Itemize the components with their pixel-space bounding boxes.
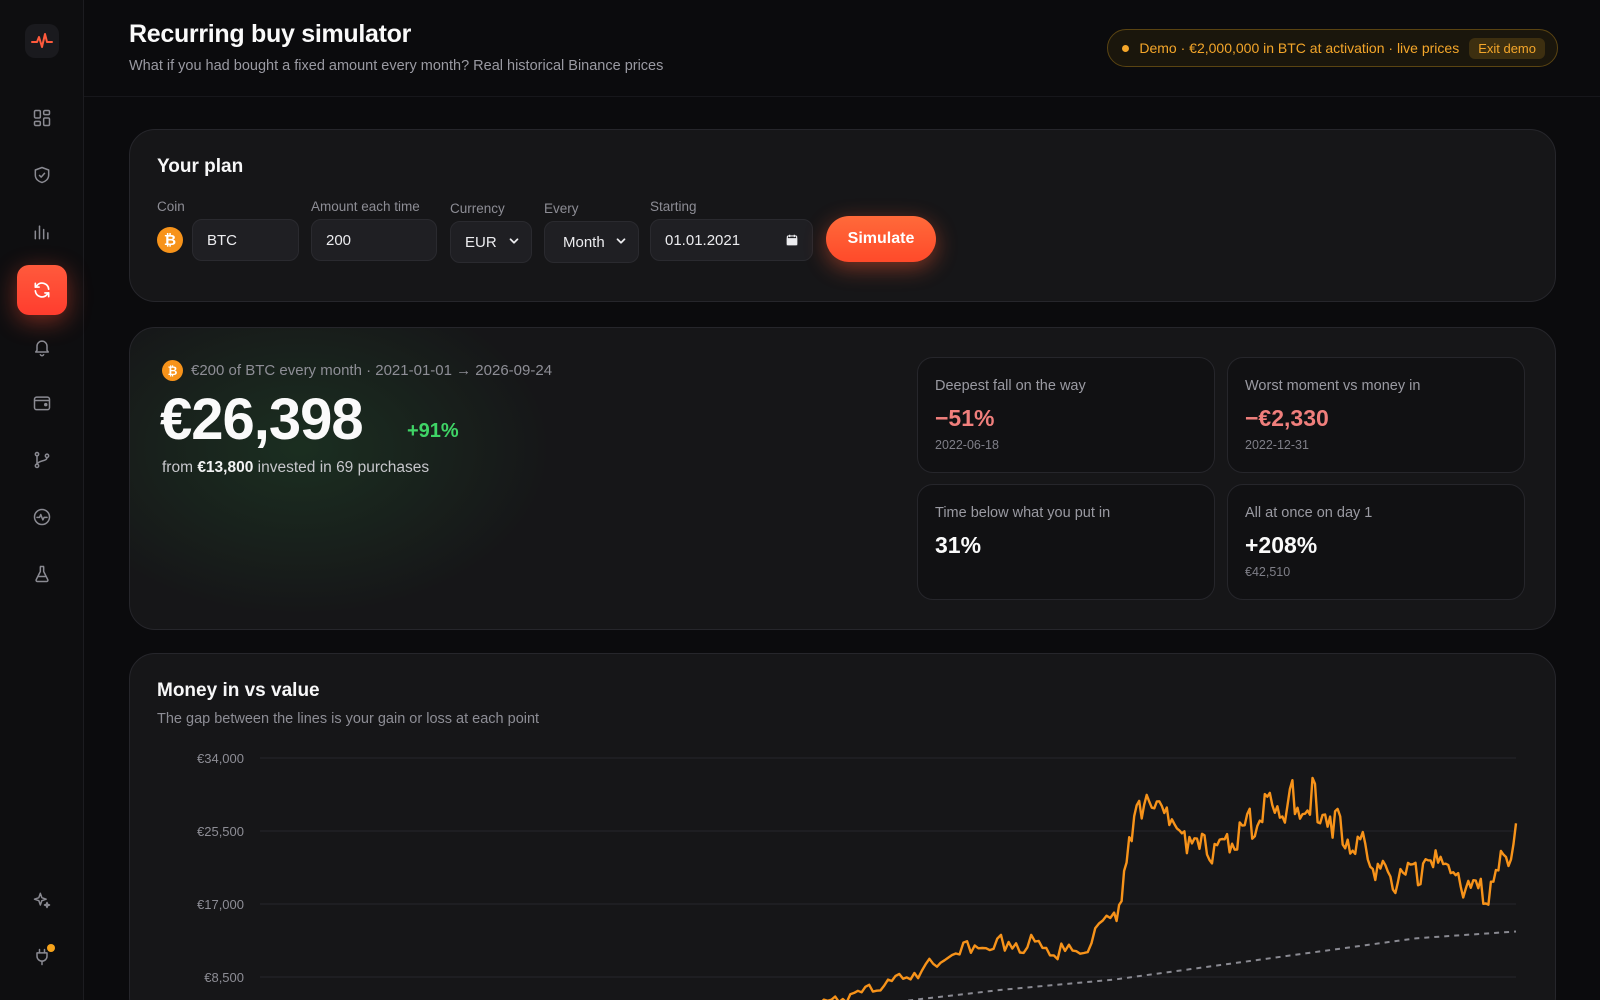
plan-summary-text: €200 of BTC every month · 2021-01-01 → 2… <box>191 362 553 379</box>
stat-label: Deepest fall on the way <box>935 378 1086 394</box>
every-label: Every <box>544 201 579 216</box>
sparkle-icon <box>33 892 51 909</box>
nav-alerts[interactable] <box>17 322 67 372</box>
invested-line <box>903 930 1517 1000</box>
bell-icon <box>35 340 49 357</box>
bitcoin-icon: ₿ <box>162 360 183 381</box>
stat-label: Worst moment vs money in <box>1245 378 1421 394</box>
flask-icon <box>35 565 49 583</box>
notification-dot <box>47 944 55 952</box>
every-value: Month <box>563 233 605 251</box>
amount-input[interactable]: 200 <box>311 219 437 261</box>
stat-value: −51% <box>935 405 995 431</box>
nav-strategies[interactable] <box>17 435 67 485</box>
value-line <box>821 776 1518 1000</box>
nav-wallet[interactable] <box>17 378 67 428</box>
page-header: Recurring buy simulator What if you had … <box>84 0 1600 97</box>
exit-demo-button[interactable]: Exit demo <box>1469 37 1545 59</box>
y-tick-label: €17,000 <box>197 897 244 912</box>
nav-lab[interactable] <box>17 549 67 599</box>
starting-label: Starting <box>650 199 697 214</box>
refresh-icon <box>34 282 50 298</box>
start-date-value: 01.01.2021 <box>665 231 741 249</box>
invested-suffix: invested in 69 purchases <box>257 459 430 476</box>
demo-banner: Demo · €2,000,000 in BTC at activation ·… <box>1107 29 1558 67</box>
nav-activity[interactable] <box>17 492 67 542</box>
simulate-button[interactable]: Simulate <box>826 216 936 262</box>
coin-input[interactable]: BTC <box>192 219 299 261</box>
y-tick-label: €34,000 <box>197 751 244 766</box>
y-tick-label: €25,500 <box>197 824 244 839</box>
pulse-icon <box>33 508 51 526</box>
dashboard-icon <box>33 109 51 127</box>
coin-label: Coin <box>157 199 185 214</box>
nav-analytics[interactable] <box>17 207 67 257</box>
stat-lump-sum: All at once on day 1 +208% €42,510 <box>1227 484 1525 600</box>
stat-value: 31% <box>935 532 982 558</box>
money-vs-value-chart: €34,000 €25,500 €17,000 €8,500 <box>197 751 1518 1000</box>
demo-status-dot <box>1122 44 1130 52</box>
stat-amount: €42,510 <box>1245 565 1291 579</box>
gain-percent: +91% <box>407 420 459 442</box>
portfolio-value: €26,398 <box>160 387 364 452</box>
stat-label: Time below what you put in <box>935 505 1111 521</box>
sidebar <box>0 0 84 1000</box>
chart-card: Money in vs value The gap between the li… <box>129 653 1556 1000</box>
currency-label: Currency <box>450 201 505 216</box>
result-card: ₿ €200 of BTC every month · 2021-01-01 →… <box>129 327 1556 630</box>
currency-value: EUR <box>465 233 497 251</box>
currency-select[interactable]: EUR <box>450 221 532 263</box>
stat-time-below: Time below what you put in 31% <box>917 484 1215 600</box>
nav-security[interactable] <box>17 150 67 200</box>
calendar-icon[interactable] <box>785 233 799 247</box>
every-select[interactable]: Month <box>544 221 639 263</box>
invested-summary: from €13,800 invested in 69 purchases <box>162 459 429 477</box>
stat-date: 2022-12-31 <box>1245 438 1309 452</box>
stat-deepest-fall: Deepest fall on the way −51% 2022-06-18 <box>917 357 1215 473</box>
plan-card: Your plan Coin ₿ BTC Amount each time 20… <box>129 129 1556 302</box>
branch-icon <box>34 451 50 469</box>
bar-chart-icon <box>34 225 49 240</box>
page-subtitle: What if you had bought a fixed amount ev… <box>129 58 664 74</box>
bitcoin-icon: ₿ <box>157 227 183 253</box>
pulse-logo-icon <box>31 33 53 48</box>
invested-prefix: from <box>162 459 193 476</box>
demo-text: Demo · €2,000,000 in BTC at activation ·… <box>1139 40 1460 56</box>
nav-recurring-buy[interactable] <box>17 265 67 315</box>
start-date-input[interactable]: 01.01.2021 <box>650 219 813 261</box>
amount-label: Amount each time <box>311 199 420 214</box>
page-title: Recurring buy simulator <box>129 20 412 48</box>
nav-integrations[interactable] <box>17 932 67 982</box>
stat-value: −€2,330 <box>1245 405 1329 431</box>
app-logo[interactable] <box>25 24 59 58</box>
stat-date: 2022-06-18 <box>935 438 999 452</box>
plan-summary: ₿ €200 of BTC every month · 2021-01-01 →… <box>162 360 552 381</box>
stat-label: All at once on day 1 <box>1245 505 1373 521</box>
invested-amount: €13,800 <box>197 459 254 476</box>
nav-dashboard[interactable] <box>17 93 67 143</box>
y-tick-label: €8,500 <box>204 970 244 985</box>
plan-title: Your plan <box>157 156 244 177</box>
stat-value: +208% <box>1245 532 1318 558</box>
shield-icon <box>34 166 50 184</box>
nav-ai-assistant[interactable] <box>17 875 67 925</box>
chevron-down-icon <box>616 238 626 244</box>
wallet-icon <box>33 396 51 411</box>
chevron-down-icon <box>509 238 519 244</box>
stat-worst-moment: Worst moment vs money in −€2,330 2022-12… <box>1227 357 1525 473</box>
